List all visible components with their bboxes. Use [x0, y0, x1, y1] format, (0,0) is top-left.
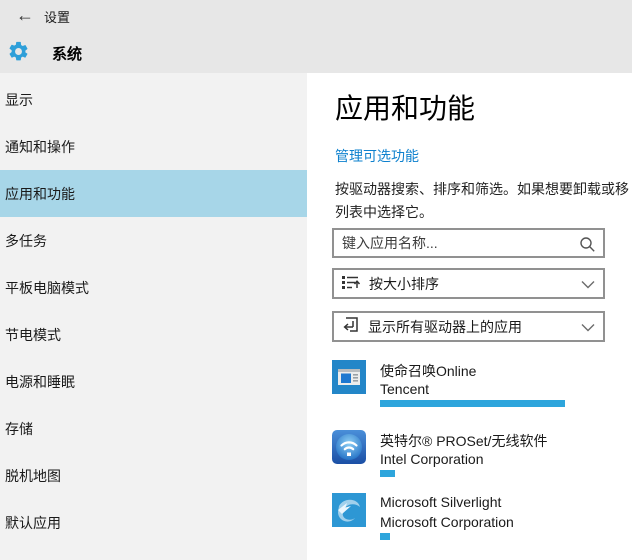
silverlight-app-icon	[332, 493, 366, 527]
page-title: 系统	[52, 46, 83, 63]
description-line-2: 列表中选择它。	[335, 204, 433, 220]
intel-proset-app-icon	[332, 430, 366, 464]
app-size-bar	[380, 400, 565, 407]
sidebar-item-tablet-mode[interactable]: 平板电脑模式	[0, 264, 307, 311]
content-title: 应用和功能	[335, 93, 476, 124]
cod-online-app-icon	[332, 360, 366, 394]
app-name: 英特尔® PROSet/无线软件	[380, 433, 548, 449]
app-title: 设置	[44, 10, 71, 25]
app-publisher: Intel Corporation	[380, 451, 484, 467]
drive-dropdown-value: 显示所有驱动器上的应用	[368, 318, 522, 335]
app-row-intel-proset[interactable]: 英特尔® PROSet/无线软件 Intel Corporation	[332, 430, 617, 492]
sort-icon	[342, 275, 361, 293]
app-search-box	[332, 228, 605, 258]
sidebar-item-battery-saver[interactable]: 节电模式	[0, 311, 307, 358]
sidebar-item-display[interactable]: 显示	[0, 76, 307, 123]
drive-filter-dropdown[interactable]: 显示所有驱动器上的应用	[332, 311, 605, 342]
sort-dropdown[interactable]: 按大小排序	[332, 268, 605, 299]
sidebar-item-offline-maps[interactable]: 脱机地图	[0, 452, 307, 499]
app-row-cod-online[interactable]: 使命召唤Online Tencent	[332, 360, 617, 422]
back-button[interactable]: ←	[12, 3, 38, 27]
app-name: 使命召唤Online	[380, 363, 477, 379]
app-name: Microsoft Silverlight	[380, 494, 502, 510]
sidebar-item-default-apps[interactable]: 默认应用	[0, 499, 307, 546]
header: ← 设置 系统	[0, 0, 632, 73]
sidebar-item-apps-features[interactable]: 应用和功能	[0, 170, 307, 217]
sort-dropdown-value: 按大小排序	[369, 275, 439, 292]
app-row-silverlight[interactable]: Microsoft Silverlight Microsoft Corporat…	[332, 493, 617, 555]
sidebar-item-storage[interactable]: 存储	[0, 405, 307, 452]
gear-icon	[7, 40, 30, 63]
app-publisher: Microsoft Corporation	[380, 514, 514, 530]
search-icon	[579, 236, 596, 256]
search-input[interactable]	[334, 230, 603, 256]
sidebar-nav: 显示 通知和操作 应用和功能 多任务 平板电脑模式 节电模式 电源和睡眠 存储 …	[0, 73, 307, 560]
manage-optional-features-link[interactable]: 管理可选功能	[335, 146, 419, 166]
content-pane: 应用和功能 管理可选功能 按驱动器搜索、排序和筛选。如果想要卸载或移 列表中选择…	[307, 73, 632, 560]
sidebar-item-multitasking[interactable]: 多任务	[0, 217, 307, 264]
description-line-1: 按驱动器搜索、排序和筛选。如果想要卸载或移	[335, 181, 629, 197]
sidebar-item-power-sleep[interactable]: 电源和睡眠	[0, 358, 307, 405]
sidebar-item-notifications[interactable]: 通知和操作	[0, 123, 307, 170]
app-publisher: Tencent	[380, 381, 430, 397]
app-size-bar	[380, 533, 390, 540]
chevron-down-icon	[581, 276, 595, 292]
app-size-bar	[380, 470, 395, 477]
description-text: 按驱动器搜索、排序和筛选。如果想要卸载或移 列表中选择它。	[335, 178, 632, 224]
drive-icon	[342, 316, 359, 337]
back-arrow-icon: ←	[16, 5, 34, 25]
settings-window: ← 设置 系统 显示 通知和操作 应用和功能 多任务 平板电脑模式 节电模式 电…	[0, 0, 632, 560]
chevron-down-icon	[581, 319, 595, 335]
